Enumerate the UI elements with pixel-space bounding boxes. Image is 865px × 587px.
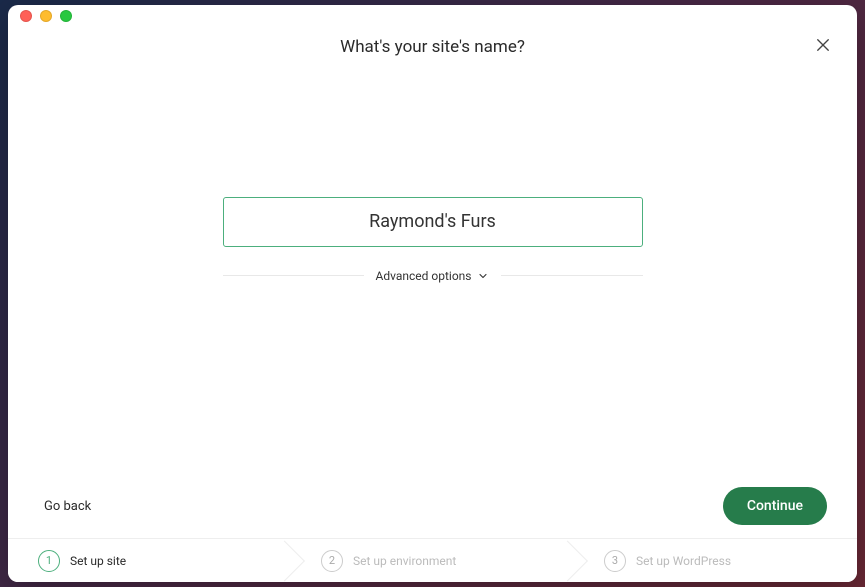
step-number: 1 <box>38 550 60 572</box>
step-number: 3 <box>604 550 626 572</box>
app-window: What's your site's name? Advanced option… <box>8 5 857 582</box>
window-minimize-traffic-light[interactable] <box>40 10 52 22</box>
step-label: Set up WordPress <box>636 554 731 568</box>
header: What's your site's name? <box>8 27 857 57</box>
step-label: Set up environment <box>353 554 456 568</box>
advanced-options-toggle[interactable]: Advanced options <box>364 269 502 283</box>
step-setup-site: 1 Set up site <box>8 550 291 572</box>
close-button[interactable] <box>811 33 835 57</box>
go-back-button[interactable]: Go back <box>44 499 91 514</box>
step-number: 2 <box>321 550 343 572</box>
advanced-options-label: Advanced options <box>376 269 472 283</box>
window-close-traffic-light[interactable] <box>20 10 32 22</box>
step-setup-environment: 2 Set up environment <box>291 550 574 572</box>
close-icon <box>814 36 832 54</box>
step-label: Set up site <box>70 554 126 568</box>
titlebar <box>8 5 857 27</box>
stepper: 1 Set up site 2 Set up environment 3 Set… <box>8 538 857 582</box>
site-name-input[interactable] <box>223 197 643 247</box>
window-zoom-traffic-light[interactable] <box>60 10 72 22</box>
chevron-down-icon <box>477 270 489 282</box>
step-setup-wordpress: 3 Set up WordPress <box>574 550 857 572</box>
advanced-row: Advanced options <box>223 269 643 283</box>
footer: Go back Continue <box>8 482 857 538</box>
continue-button[interactable]: Continue <box>723 487 827 525</box>
page-title: What's your site's name? <box>32 37 833 57</box>
content-area: Advanced options <box>8 57 857 482</box>
